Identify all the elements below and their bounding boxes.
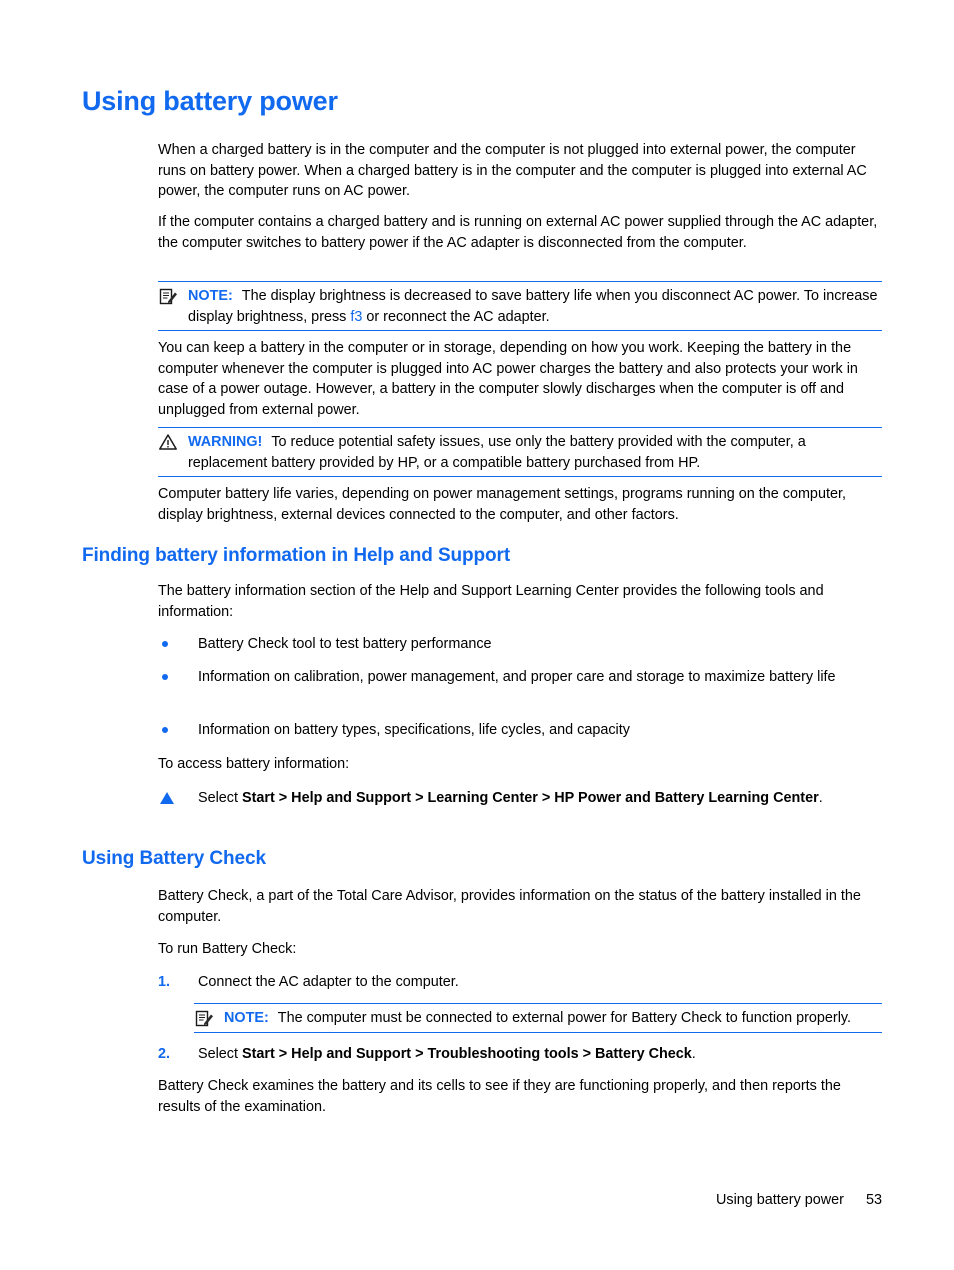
note-key-reference: f3 [350,308,363,325]
note-label: NOTE: [224,1010,269,1026]
procedure-step-1: 1. Connect the AC adapter to the compute… [158,972,882,993]
triangle-bullet-icon [160,792,174,804]
step-number: 2. [158,1046,171,1062]
note-text: The computer must be connected to extern… [277,1010,852,1026]
list-item-text: Information on calibration, power manage… [198,669,836,685]
intro-paragraph-1: When a charged battery is in the compute… [158,140,882,202]
warning-text: To reduce potential safety issues, use o… [188,434,806,471]
list-item: Information on battery types, specificat… [158,720,882,741]
paragraph-text: To access battery information: [158,756,350,772]
storage-paragraph: You can keep a battery in the computer o… [158,338,882,420]
paragraph-text: When a charged battery is in the compute… [158,142,867,199]
document-page: Using battery power When a charged batte… [0,0,954,1270]
list-item: Battery Check tool to test battery perfo… [158,634,882,655]
step-suffix: . [691,1046,696,1062]
paragraph-text: Computer battery life varies, depending … [158,486,846,523]
intro-paragraph-2: If the computer contains a charged batte… [158,212,882,253]
heading-text: Finding battery information in Help and … [82,545,511,566]
footer-running-title: Using battery power [716,1192,844,1208]
page-footer: Using battery power 53 [82,1192,882,1208]
step-text: Connect the AC adapter to the computer. [198,974,459,990]
list-item-text: Battery Check tool to test battery perfo… [198,636,492,652]
closing-paragraph: Battery Check examines the battery and i… [158,1076,882,1117]
procedure-step-triangle: Select Start > Help and Support > Learni… [158,788,882,809]
page-title: Using battery power [82,86,338,116]
heading-text: Using Battery Check [82,848,266,869]
paragraph-text: The battery information section of the H… [158,583,824,620]
warning-label: WARNING! [188,434,263,450]
step-number: 1. [158,974,171,990]
menu-path: Start > Help and Support > Learning Cent… [242,790,819,806]
warning-triangle-icon [158,433,180,453]
bullet-dot-icon [162,727,168,733]
bullet-dot-icon [162,641,168,647]
note-pencil-icon [194,1009,216,1029]
paragraph-text: If the computer contains a charged batte… [158,214,878,251]
note-pencil-icon [158,287,180,307]
note-callout-1: NOTE: The display brightness is decreased… [158,281,882,331]
section-heading-finding: Finding battery information in Help and … [82,545,882,568]
section-heading-battery-check: Using Battery Check [82,848,882,871]
note-callout-2: NOTE: The computer must be connected to e… [194,1003,882,1033]
paragraph-text: To run Battery Check: [158,941,297,957]
paragraph-text: Battery Check examines the battery and i… [158,1078,841,1115]
finding-intro-paragraph: The battery information section of the H… [158,581,882,622]
run-lead-paragraph: To run Battery Check: [158,939,882,960]
step-prefix: Select [198,790,242,806]
battery-check-intro-paragraph: Battery Check, a part of the Total Care … [158,886,882,927]
bullet-dot-icon [162,674,168,680]
list-item-text: Information on battery types, specificat… [198,722,630,738]
access-lead-paragraph: To access battery information: [158,754,882,775]
note-text-after: or reconnect the AC adapter. [362,308,550,325]
footer-page-number: 53 [865,1192,882,1208]
procedure-step-2: 2. Select Start > Help and Support > Tro… [158,1044,882,1065]
menu-path: Start > Help and Support > Troubleshooti… [242,1046,692,1062]
warning-callout: WARNING! To reduce potential safety issue… [158,427,882,477]
paragraph-text: You can keep a battery in the computer o… [158,340,858,418]
note-label: NOTE: [188,288,233,304]
step-prefix: Select [198,1046,242,1062]
battery-life-paragraph: Computer battery life varies, depending … [158,484,882,525]
paragraph-text: Battery Check, a part of the Total Care … [158,888,861,925]
list-item: Information on calibration, power manage… [158,667,882,688]
step-suffix: . [818,790,823,806]
